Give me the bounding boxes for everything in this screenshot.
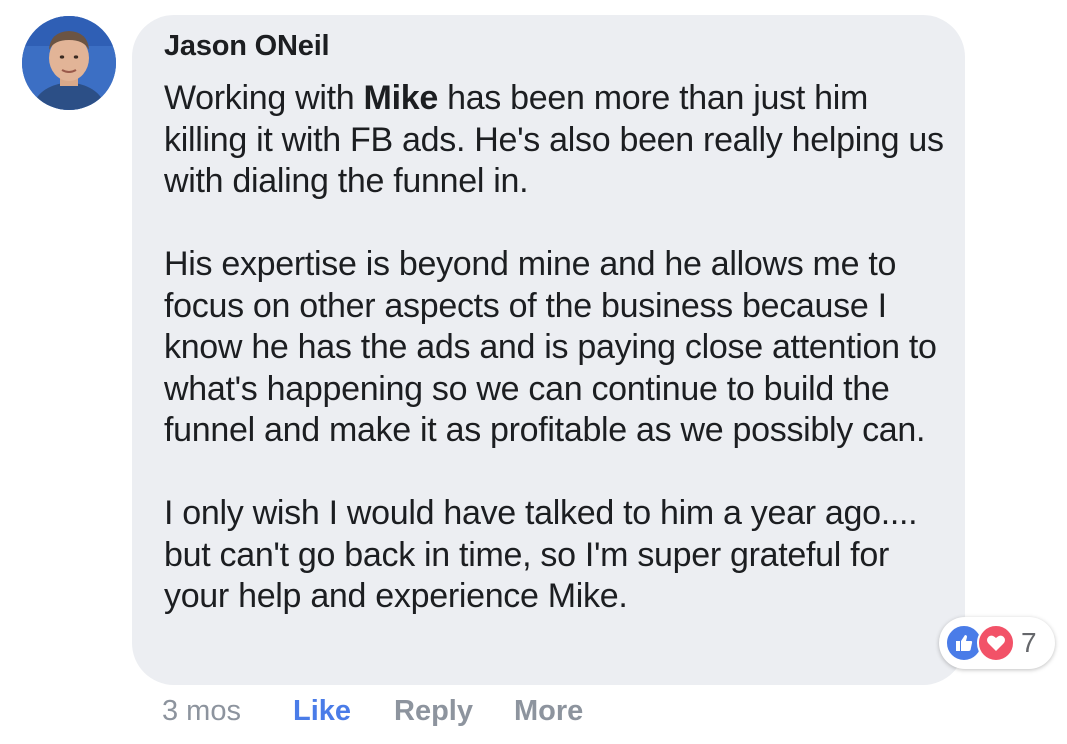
comment-paragraph-3: I only wish I would have talked to him a…	[164, 494, 918, 615]
comment-paragraph-1: Working with Mike has been more than jus…	[164, 78, 954, 203]
paragraph-1-text-start: Working with	[164, 79, 364, 117]
comment-paragraph-2: His expertise is beyond mine and he allo…	[164, 245, 937, 449]
reply-button[interactable]: Reply	[394, 695, 473, 728]
comment: Jason ONeil Working with Mike has been m…	[0, 0, 1067, 744]
comment-author[interactable]: Jason ONeil	[164, 30, 330, 63]
avatar[interactable]	[22, 16, 116, 110]
reactions-summary[interactable]: 7	[939, 617, 1055, 669]
more-button[interactable]: More	[514, 695, 583, 728]
profile-photo-icon	[22, 16, 116, 110]
comment-body: Working with Mike has been more than jus…	[164, 78, 954, 618]
love-icon	[977, 624, 1015, 662]
timestamp[interactable]: 3 mos	[162, 695, 241, 728]
like-button[interactable]: Like	[293, 695, 351, 728]
mention-link[interactable]: Mike	[364, 79, 439, 117]
reaction-count: 7	[1021, 627, 1037, 658]
